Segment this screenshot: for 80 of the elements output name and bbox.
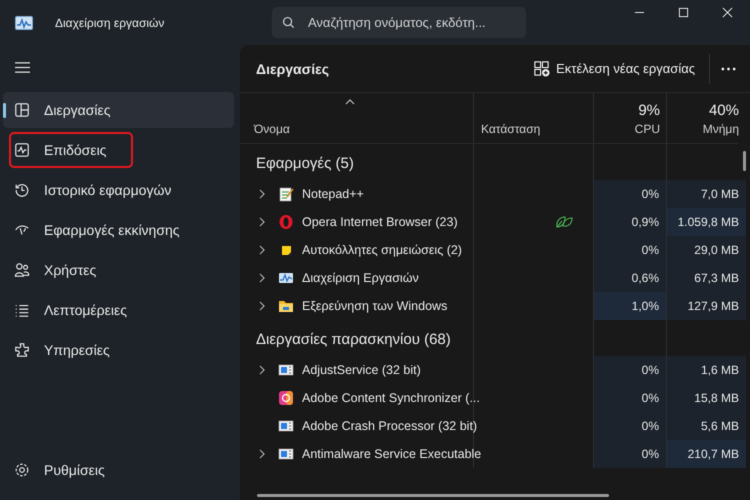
search-field[interactable]: Αναζήτηση ονόματος, εκδότη...	[272, 7, 526, 38]
chevron-icon[interactable]	[259, 217, 265, 227]
column-header[interactable]: Μνήμη	[702, 122, 739, 136]
memory-cell: 29,0 MB	[667, 236, 746, 264]
scrollbar-thumb[interactable]	[257, 494, 609, 497]
process-name: Notepad++	[302, 187, 364, 201]
nav-item[interactable]: Επιδόσεις	[9, 132, 133, 168]
nav-icon	[14, 302, 30, 318]
nav-item[interactable]: Διεργασίες	[3, 92, 234, 128]
cpu-cell: 0%	[594, 384, 667, 412]
nav-item[interactable]: Εφαρμογές εκκίνησης	[3, 212, 234, 248]
leaf-icon	[554, 215, 572, 229]
page-title: Διεργασίες	[256, 60, 330, 76]
chevron-icon[interactable]	[259, 449, 265, 459]
cpu-cell: 0%	[594, 180, 667, 208]
cpu-cell: 0%	[594, 440, 667, 468]
process-name: Διαχείριση Εργασιών	[302, 271, 419, 285]
nav-icon	[14, 102, 30, 118]
cpu-cell: 0,6%	[594, 264, 667, 292]
nav-icon	[14, 142, 30, 158]
nav-item[interactable]: Ιστορικό εφαρμογών	[3, 172, 234, 208]
memory-cell: 1,6 MB	[667, 356, 746, 384]
group-header: Εφαρμογές (5)	[255, 154, 354, 172]
maximize-icon[interactable]	[678, 7, 689, 18]
process-name: AdjustService (32 bit)	[302, 363, 421, 377]
usage-total: 40%	[708, 102, 739, 119]
app-icon	[278, 214, 294, 230]
chevron-icon[interactable]	[259, 365, 265, 375]
cpu-cell: 0%	[594, 412, 667, 440]
cpu-cell: 0,9%	[594, 208, 667, 236]
nav-icon	[14, 342, 30, 358]
nav-item[interactable]: Υπηρεσίες	[3, 332, 234, 368]
process-name: Αυτοκόλλητες σημειώσεις (2)	[302, 243, 462, 257]
chevron-icon[interactable]	[259, 273, 265, 283]
chevron-icon[interactable]	[259, 245, 265, 255]
column-header[interactable]: Κατάσταση	[481, 122, 540, 136]
app-icon	[278, 390, 294, 406]
memory-cell: 15,8 MB	[667, 384, 746, 412]
process-name: Opera Internet Browser (23)	[302, 215, 458, 229]
app-icon	[15, 16, 33, 30]
group-header: Διεργασίες παρασκηνίου (68)	[255, 330, 451, 348]
column-header[interactable]: CPU	[634, 122, 660, 136]
settings-item[interactable]: Ρυθμίσεις	[3, 452, 234, 488]
sort-icon	[345, 99, 355, 105]
process-name: Adobe Crash Processor (32 bit)	[302, 419, 478, 433]
memory-cell: 67,3 MB	[667, 264, 746, 292]
memory-cell: 127,9 MB	[667, 292, 746, 320]
menu-icon[interactable]	[14, 61, 31, 74]
app-icon	[278, 298, 294, 314]
process-name: Antimalware Service Executable	[302, 447, 482, 461]
nav-icon	[14, 182, 30, 198]
chevron-icon[interactable]	[259, 189, 265, 199]
nav-item[interactable]: Λεπτομέρειες	[3, 292, 234, 328]
nav-icon	[14, 262, 30, 278]
cpu-cell: 1,0%	[594, 292, 667, 320]
app-icon	[278, 186, 294, 202]
memory-cell: 210,7 MB	[667, 440, 746, 468]
window-title: Διαχείριση εργασιών	[55, 16, 166, 30]
column-header[interactable]: Όνομα	[254, 122, 290, 136]
settings-icon	[14, 462, 30, 478]
scrollbar-thumb[interactable]	[743, 151, 746, 171]
cpu-cell: 0%	[594, 356, 667, 384]
app-icon	[278, 362, 294, 378]
more-icon[interactable]	[720, 66, 737, 72]
app-icon	[278, 270, 294, 286]
memory-cell: 1.059,8 MB	[667, 208, 746, 236]
process-name: Εξερεύνηση των Windows	[302, 299, 448, 313]
memory-cell: 5,6 MB	[667, 412, 746, 440]
app-icon	[278, 446, 294, 462]
search-icon	[282, 16, 295, 29]
nav-item[interactable]: Χρήστες	[3, 252, 234, 288]
cpu-cell: 0%	[594, 236, 667, 264]
usage-total: 9%	[638, 102, 660, 119]
run-task-button[interactable]: Εκτέλεση νέας εργασίας	[527, 56, 701, 81]
chevron-icon[interactable]	[259, 301, 265, 311]
process-name: Adobe Content Synchronizer (...	[302, 391, 480, 405]
close-icon[interactable]	[722, 7, 733, 18]
app-icon	[278, 418, 294, 434]
new-task-icon	[533, 60, 550, 77]
memory-cell: 7,0 MB	[667, 180, 746, 208]
